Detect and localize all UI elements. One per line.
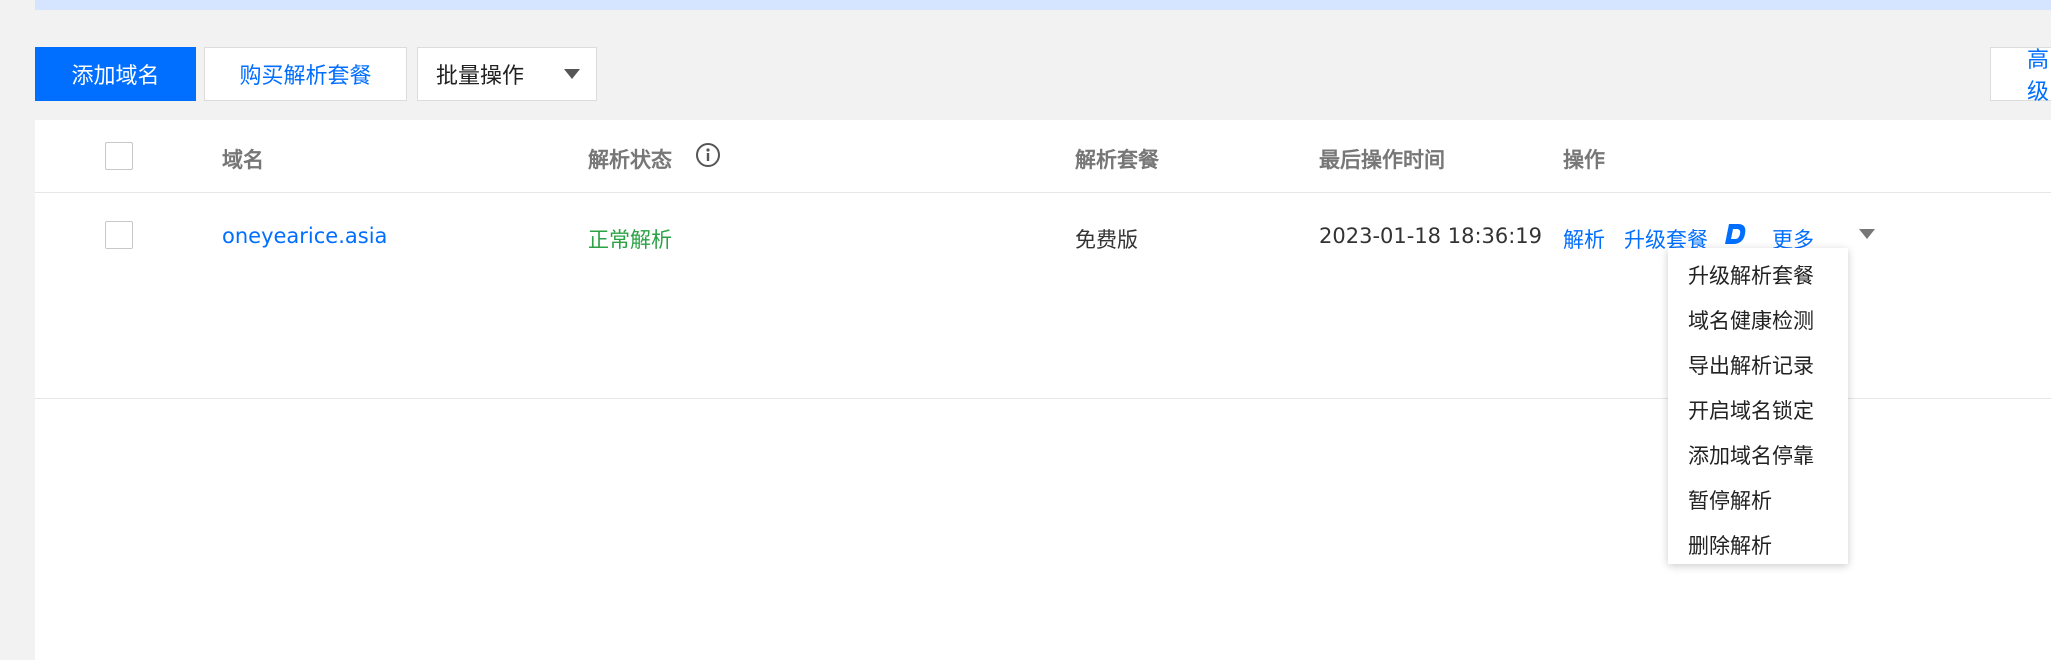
select-all-checkbox[interactable] [105,142,133,170]
info-circle-icon[interactable] [695,142,721,168]
header-package: 解析套餐 [1075,148,1159,172]
top-banner [35,0,2051,10]
menu-item-domain-lock[interactable]: 开启域名锁定 [1688,395,1814,425]
menu-item-pause-resolve[interactable]: 暂停解析 [1688,485,1772,515]
status-text: 正常解析 [588,228,672,252]
menu-item-health-check[interactable]: 域名健康检测 [1688,305,1814,335]
domain-link[interactable]: oneyearice.asia [222,224,387,248]
resolve-link[interactable]: 解析 [1563,224,1605,254]
dnspod-d-icon [1725,224,1746,244]
menu-item-upgrade-package[interactable]: 升级解析套餐 [1688,260,1814,290]
last-time-text: 2023-01-18 18:36:19 [1319,224,1543,248]
header-domain: 域名 [222,148,264,172]
buy-package-button[interactable]: 购买解析套餐 [204,47,407,101]
advanced-search-button[interactable]: 高级 [1990,47,2051,105]
package-text: 免费版 [1075,228,1138,252]
menu-item-domain-parking[interactable]: 添加域名停靠 [1688,440,1814,470]
add-domain-button[interactable]: 添加域名 [35,47,196,101]
caret-down-icon [564,69,580,79]
header-actions: 操作 [1563,148,1605,172]
header-last-time: 最后操作时间 [1319,148,1445,172]
row-checkbox[interactable] [105,221,133,249]
header-status: 解析状态 [588,148,672,172]
table-header: 域名 解析状态 解析套餐 最后操作时间 操作 [35,120,2051,193]
batch-operation-select[interactable]: 批量操作 [417,47,597,101]
caret-down-icon [1859,229,1875,239]
batch-operation-label: 批量操作 [436,64,525,89]
menu-item-export-records[interactable]: 导出解析记录 [1688,350,1814,380]
menu-item-delete-resolve[interactable]: 删除解析 [1688,530,1772,560]
more-menu: 升级解析套餐 域名健康检测 导出解析记录 开启域名锁定 添加域名停靠 暂停解析 … [1668,248,1848,564]
